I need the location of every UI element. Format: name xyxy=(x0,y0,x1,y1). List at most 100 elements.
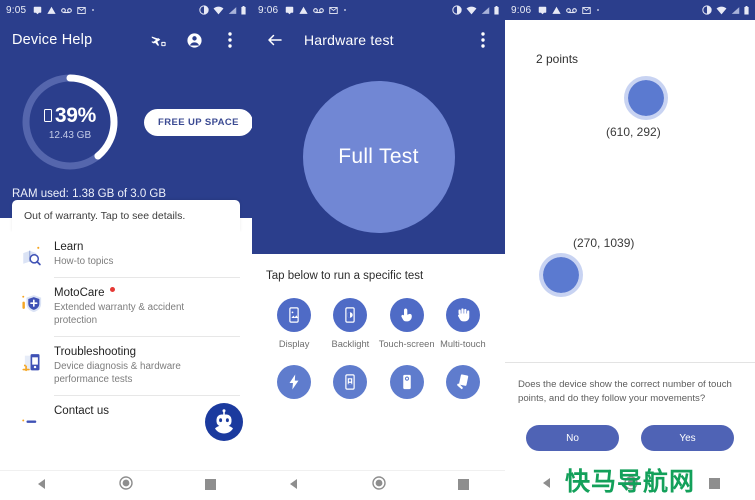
airplane-off-icon[interactable] xyxy=(148,30,168,50)
app-bar: Device Help xyxy=(0,20,252,60)
chat-bot-icon[interactable] xyxy=(204,402,244,442)
status-bar-system-icons xyxy=(199,5,246,15)
test-label: Backlight xyxy=(331,339,370,349)
dot-icon xyxy=(344,9,347,11)
storage-percent: 39% xyxy=(43,104,96,128)
full-test-hero: Full Test xyxy=(252,60,505,254)
warning-icon xyxy=(552,6,561,14)
message-icon xyxy=(329,6,338,14)
warning-icon xyxy=(299,6,308,14)
list-item-subtitle: Device diagnosis & hardware performance … xyxy=(54,360,181,386)
list-item-body: MotoCare Extended warranty & accident pr… xyxy=(54,287,240,337)
overflow-menu-icon[interactable] xyxy=(473,30,493,50)
recents-nav-icon[interactable] xyxy=(458,477,469,495)
phone-icon xyxy=(43,109,52,122)
specific-tests-section: Tap below to run a specific test Display… xyxy=(252,254,505,500)
yes-button[interactable]: Yes xyxy=(641,425,734,451)
test-proximity[interactable] xyxy=(435,364,491,399)
signal-icon xyxy=(481,6,490,14)
battery-icon xyxy=(744,5,749,14)
test-rear-camera[interactable] xyxy=(379,364,435,399)
storage-hero: 39% 12.43 GB FREE UP SPACE RAM used: 1.3… xyxy=(0,60,252,218)
back-nav-icon[interactable] xyxy=(288,477,300,495)
status-bar-system-icons xyxy=(702,5,749,15)
test-multi-touch[interactable]: Multi-touch xyxy=(435,298,491,351)
status-bar: 9:06 xyxy=(505,0,755,20)
app-bar-actions xyxy=(148,30,240,50)
full-test-label: Full Test xyxy=(338,145,419,168)
test-front-camera[interactable] xyxy=(322,364,378,399)
points-count-label: 2 points xyxy=(536,52,579,66)
chat-icon xyxy=(286,6,294,14)
diagnostics-icon xyxy=(12,346,54,396)
voicemail-icon xyxy=(61,7,73,13)
voicemail-icon xyxy=(566,7,578,13)
touch-point-coord: (610, 292) xyxy=(606,125,661,139)
status-bar: 9:06 xyxy=(252,0,505,20)
multi-touch-hand-icon xyxy=(445,298,480,332)
specific-tests-heading: Tap below to run a specific test xyxy=(266,270,424,282)
recents-nav-icon[interactable] xyxy=(205,477,217,495)
status-bar-notification-icons xyxy=(538,6,600,15)
storage-used-label: 12.43 GB xyxy=(48,129,92,141)
status-bar: 9:05 xyxy=(0,0,252,20)
status-bar-system-icons xyxy=(452,5,499,15)
no-button[interactable]: No xyxy=(526,425,619,451)
signal-icon xyxy=(228,6,237,14)
charging-bolt-icon xyxy=(277,364,312,399)
android-nav-bar xyxy=(252,470,505,500)
touch-point-coord: (270, 1039) xyxy=(573,236,635,250)
list-item-title-text: MotoCare xyxy=(54,286,105,299)
list-item-body: Troubleshooting Device diagnosis & hardw… xyxy=(54,346,240,396)
home-nav-icon[interactable] xyxy=(119,476,134,495)
rear-camera-icon xyxy=(389,364,424,399)
divider xyxy=(505,362,755,363)
warning-icon xyxy=(47,6,56,14)
full-test-button[interactable]: Full Test xyxy=(302,81,455,233)
list-item-subtitle: How-to topics xyxy=(54,256,114,267)
test-touchscreen[interactable]: Touch-screen xyxy=(379,298,435,351)
touch-canvas[interactable]: 2 points (610, 292) (270, 1039) xyxy=(505,20,755,382)
account-icon[interactable] xyxy=(184,30,204,50)
list-item-learn[interactable]: Learn How-to topics xyxy=(12,232,252,278)
message-icon xyxy=(77,6,86,14)
chat-icon xyxy=(34,6,42,14)
status-badge xyxy=(109,287,115,293)
list-item-troubleshooting[interactable]: Troubleshooting Device diagnosis & hardw… xyxy=(12,337,252,396)
test-backlight[interactable]: Backlight xyxy=(322,298,378,351)
test-label: Display xyxy=(278,339,310,349)
learn-search-icon xyxy=(12,241,54,278)
status-bar-notification-icons xyxy=(285,6,347,15)
help-list: Learn How-to topics MotoCare Extended wa… xyxy=(0,232,252,500)
signal-icon xyxy=(731,6,740,14)
screenshot-root: 9:05 Device Help 39% 12.43 GB FREE UP SP… xyxy=(0,0,755,500)
test-charging[interactable] xyxy=(266,364,322,399)
test-label: Touch-screen xyxy=(378,339,435,349)
overflow-menu-icon[interactable] xyxy=(220,30,240,50)
dot-icon xyxy=(597,9,600,11)
test-grid-row-2 xyxy=(266,364,491,399)
warranty-card[interactable]: Out of warranty. Tap to see details. xyxy=(12,200,240,232)
status-bar-clock: 9:05 xyxy=(6,4,27,16)
touch-finger-icon xyxy=(389,298,424,332)
test-display[interactable]: Display xyxy=(266,298,322,351)
status-bar-clock: 9:06 xyxy=(258,4,279,16)
home-nav-icon[interactable] xyxy=(372,476,386,495)
display-icon xyxy=(277,298,312,332)
list-item-subtitle: Extended warranty & accident protection xyxy=(54,301,185,327)
list-item-motocare[interactable]: MotoCare Extended warranty & accident pr… xyxy=(12,278,252,337)
do-not-disturb-icon xyxy=(702,5,712,15)
list-item-title: Troubleshooting xyxy=(54,346,240,358)
list-item-title: Learn xyxy=(54,241,240,253)
storage-ring-center: 39% 12.43 GB xyxy=(18,70,122,174)
list-item-title-text: Learn xyxy=(54,241,84,253)
do-not-disturb-icon xyxy=(199,5,209,15)
wifi-icon xyxy=(466,6,477,14)
back-arrow-icon[interactable] xyxy=(264,29,286,51)
page-title: Device Help xyxy=(12,32,93,48)
free-up-space-button[interactable]: FREE UP SPACE xyxy=(144,108,252,136)
panel-multitouch-test: 9:06 2 points (610, 292) (270, 1039) Doe… xyxy=(505,0,755,500)
app-bar: Hardware test xyxy=(252,20,505,60)
back-nav-icon[interactable] xyxy=(36,477,48,495)
do-not-disturb-icon xyxy=(452,5,462,15)
